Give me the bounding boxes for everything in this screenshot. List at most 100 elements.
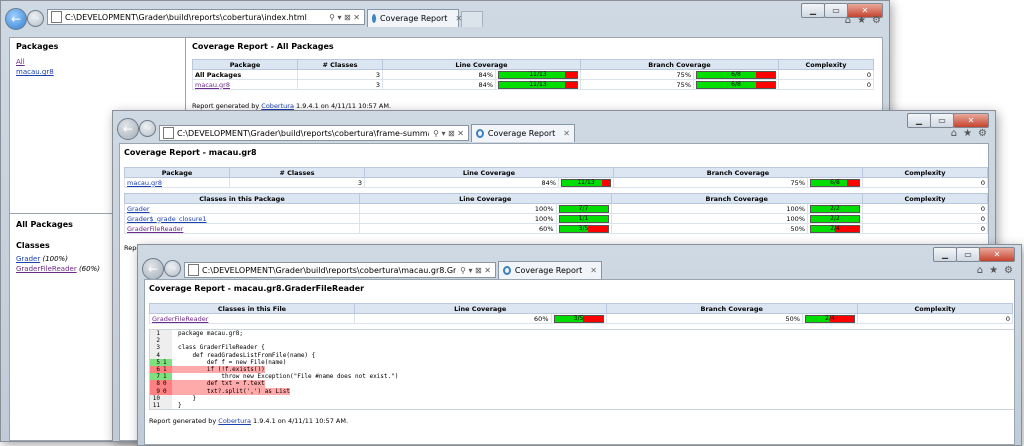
line-coverage-bar: 3/5 <box>553 314 604 323</box>
source-code: } <box>178 394 197 402</box>
line-bar-cell: 11/13 <box>495 79 581 90</box>
favorites-star-icon[interactable]: ★ <box>963 128 972 139</box>
gear-icon[interactable]: ⚙ <box>978 128 987 139</box>
line-number: 3 <box>150 344 162 352</box>
page-icon <box>51 11 62 23</box>
window-controls: ▁ ▭ ✕ <box>907 113 989 128</box>
hit-count <box>162 394 172 402</box>
class-link-graderfilereader[interactable]: GraderFileReader <box>152 315 208 323</box>
line-pct: 84% <box>364 177 559 188</box>
forward-button[interactable]: → <box>164 260 181 277</box>
line-bar-cell: 11/13 <box>495 69 581 80</box>
class-link-grader[interactable]: Grader <box>16 255 40 263</box>
col-header: Complexity <box>862 167 988 178</box>
forward-arrow-icon: → <box>168 263 177 274</box>
source-code: } <box>178 401 182 409</box>
minimize-icon[interactable]: ▁ <box>933 247 957 262</box>
window-chrome: ← → C:\DEVELOPMENT\Grader\build\reports\… <box>113 111 995 142</box>
line-number: 9 <box>150 387 162 395</box>
tab-close-icon[interactable]: ✕ <box>590 266 597 275</box>
line-bar-cell: 11/13 <box>558 177 614 188</box>
maximize-icon[interactable]: ▭ <box>956 247 980 262</box>
hit-count <box>162 351 172 359</box>
home-icon[interactable]: ⌂ <box>845 15 851 26</box>
col-header: # Classes <box>297 59 383 70</box>
packages-title: Packages <box>16 42 59 51</box>
address-bar[interactable]: C:\DEVELOPMENT\Grader\build\reports\cobe… <box>159 125 469 141</box>
forward-button[interactable]: → <box>27 10 44 27</box>
package-link[interactable]: macau.gr8 <box>195 81 230 89</box>
minimize-icon[interactable]: ▁ <box>801 3 825 18</box>
tab-close-icon[interactable]: ✕ <box>563 129 570 138</box>
report-footer: Report generated by Cobertura 1.9.4.1 on… <box>192 102 392 110</box>
page-icon <box>188 264 199 276</box>
hit-count <box>162 330 172 338</box>
hit-count: 1 <box>162 358 172 366</box>
line-number: 10 <box>150 394 162 402</box>
source-line: 4 def readGradesListFromFile(name) { <box>150 351 1014 359</box>
back-arrow-icon: ← <box>122 122 134 136</box>
branch-coverage-bar: 2/4 <box>810 224 860 233</box>
url-text: C:\DEVELOPMENT\Grader\build\reports\cobe… <box>202 265 457 275</box>
table-row: macau.gr8 3 84% 11/13 75% 6/8 0 <box>124 177 988 188</box>
line-pct: 84% <box>382 69 496 80</box>
home-icon[interactable]: ⌂ <box>977 265 983 276</box>
source-code: if (!f.exists()) <box>172 365 265 374</box>
ie-icon <box>372 14 376 23</box>
col-header: Complexity <box>862 193 988 204</box>
tab-coverage-report[interactable]: Coverage Report ✕ <box>367 9 462 27</box>
address-tools-icons[interactable]: ⚲ ▾ ⊠ ✕ <box>325 13 364 22</box>
line-number: 2 <box>150 337 162 345</box>
address-bar[interactable]: C:\DEVELOPMENT\Grader\build\reports\cobe… <box>47 9 365 25</box>
page-icon <box>163 127 174 139</box>
gear-icon[interactable]: ⚙ <box>1004 265 1013 276</box>
class-link-graderfilereader[interactable]: GraderFileReader <box>16 265 77 273</box>
package-link-all[interactable]: All <box>16 58 25 66</box>
gear-icon[interactable]: ⚙ <box>872 15 881 26</box>
tab-coverage-report[interactable]: Coverage Report ✕ <box>498 261 602 279</box>
line-coverage-bar: 3/5 <box>558 224 609 233</box>
complexity-value: 0 <box>862 177 988 188</box>
cobertura-link[interactable]: Cobertura <box>261 102 294 110</box>
back-button[interactable]: ← <box>117 118 139 140</box>
minimize-icon[interactable]: ▁ <box>907 113 931 128</box>
maximize-icon[interactable]: ▭ <box>930 113 954 128</box>
window-chrome: ← → C:\DEVELOPMENT\Grader\build\reports\… <box>138 245 1021 280</box>
class-link-grader-closure[interactable]: Grader$_grade_closure1 <box>127 215 207 223</box>
classes-count: 3 <box>229 177 365 188</box>
line-pct: 100% <box>359 213 557 224</box>
source-code: def readGradesListFromFile(name) { <box>178 351 316 359</box>
address-tools-icons[interactable]: ⚲ ▾ ⊠ ✕ <box>429 129 468 138</box>
report-title: Coverage Report - macau.gr8.GraderFileRe… <box>149 284 365 293</box>
cobertura-link[interactable]: Cobertura <box>218 417 251 425</box>
source-code: def txt = f.text <box>172 380 265 388</box>
forward-button[interactable]: → <box>139 120 156 137</box>
back-button[interactable]: ← <box>142 258 164 280</box>
back-button[interactable]: ← <box>5 8 27 30</box>
window-chrome: ← → C:\DEVELOPMENT\Grader\build\reports\… <box>1 1 889 30</box>
source-line: 90 txt?.split(',') as List <box>150 387 1014 395</box>
class-link-grader[interactable]: Grader <box>127 205 150 213</box>
tab-title: Coverage Report <box>487 129 556 138</box>
tab-coverage-report[interactable]: Coverage Report ✕ <box>471 124 575 142</box>
package-link[interactable]: macau.gr8 <box>127 179 162 187</box>
col-header: Line Coverage <box>359 193 612 204</box>
line-coverage-bar: 11/13 <box>498 70 578 79</box>
table-row: GraderFileReader 60% 3/5 50% 2/4 0 <box>124 223 988 234</box>
source-line: 2 <box>150 337 1014 345</box>
new-tab-button[interactable] <box>461 11 483 27</box>
source-code: throw new Exception("File #name does not… <box>178 373 399 381</box>
source-line: 3 class GraderFileReader { <box>150 344 1014 352</box>
address-tools-icons[interactable]: ⚲ ▾ ⊠ ✕ <box>456 266 495 275</box>
window-close-icon[interactable]: ✕ <box>953 113 989 128</box>
window-close-icon[interactable]: ✕ <box>979 247 1015 262</box>
package-link-macau-gr8[interactable]: macau.gr8 <box>16 68 54 76</box>
home-icon[interactable]: ⌂ <box>951 128 957 139</box>
favorites-star-icon[interactable]: ★ <box>857 15 866 26</box>
package-table: Package # Classes Line Coverage Branch C… <box>192 59 874 90</box>
window-controls: ▁ ▭ ✕ <box>933 247 1015 262</box>
complexity-value: 0 <box>862 203 988 214</box>
class-link-graderfilereader[interactable]: GraderFileReader <box>127 225 183 233</box>
address-bar[interactable]: C:\DEVELOPMENT\Grader\build\reports\cobe… <box>184 262 496 278</box>
favorites-star-icon[interactable]: ★ <box>989 265 998 276</box>
